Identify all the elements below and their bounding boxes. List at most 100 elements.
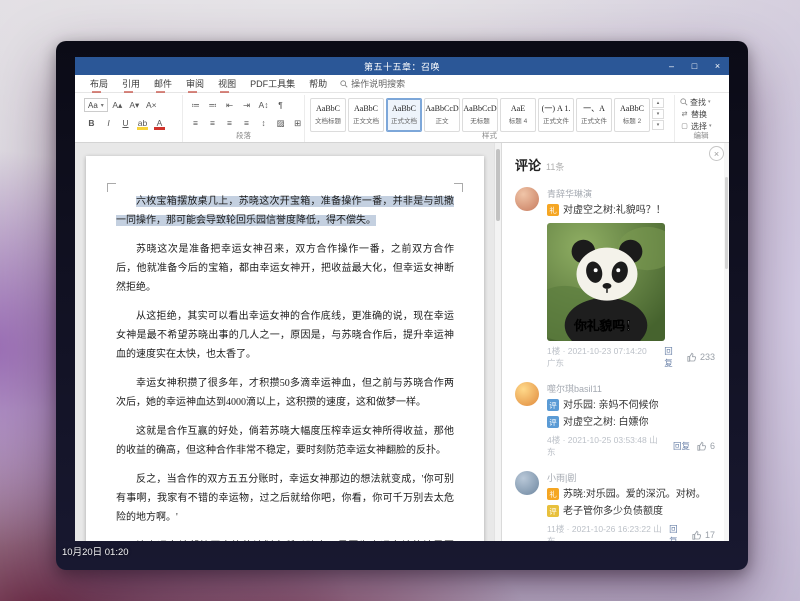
like-button[interactable]: 233 xyxy=(687,352,715,362)
screen-bezel: 第五十五章：召唤 – □ × 布局 引用 邮件 审阅 视图 PDF工具集 帮助 xyxy=(56,41,748,570)
minimize-button[interactable]: – xyxy=(660,57,683,75)
shrink-font-button[interactable]: A▾ xyxy=(127,98,142,113)
bullets-button[interactable]: ≔ xyxy=(188,98,203,113)
maximize-button[interactable]: □ xyxy=(683,57,706,75)
paragraph-group: ≔ ≕ ⇤ ⇥ A↕ ¶ ≡ ≡ ≡ ≡ ↕ ▨ ⊞ xyxy=(183,95,305,142)
shading-button[interactable]: ▨ xyxy=(273,116,288,131)
doc-paragraph[interactable]: 幸运女神积攒了很多年，才积攒50多滴幸运神血，但之前与苏晓合作两次后，她的幸运神… xyxy=(116,374,454,412)
paragraph-group-label: 段落 xyxy=(183,130,304,141)
style-item[interactable]: AaE 标题 4 xyxy=(500,98,536,132)
comment-username[interactable]: 小雨|剧 xyxy=(547,471,715,484)
style-item[interactable]: AaBbC 标题 2 xyxy=(614,98,650,132)
tab-mailings[interactable]: 邮件 xyxy=(147,75,179,93)
styles-scroll-up-button[interactable]: ▴ xyxy=(652,98,664,108)
word-window: 第五十五章：召唤 – □ × 布局 引用 邮件 审阅 视图 PDF工具集 帮助 xyxy=(75,57,729,541)
editing-group: 查找 ▾ ⇄ 替换 ▢ 选择 ▾ 编辑 xyxy=(675,95,727,142)
panda-image[interactable]: 你礼貌吗！ xyxy=(547,223,665,341)
edit-group-label: 编辑 xyxy=(675,130,727,141)
line-spacing-button[interactable]: ↕ xyxy=(256,116,271,131)
doc-paragraph[interactable]: 苏晓这次是准备把幸运女神召来，双方合作操作一番，之前双方合作后，他就准备今后的宝… xyxy=(116,240,454,297)
doc-paragraph[interactable]: 这就是合作互赢的好处，倘若苏晓大幅度压榨幸运女神所得收益，那他的收益的确高，但这… xyxy=(116,422,454,460)
thumbs-up-icon xyxy=(697,441,707,451)
doc-paragraph[interactable]: 六枚宝箱摆放桌几上，苏晓这次开宝箱，准备操作一番，并非是与凯撒一同操作，那可能会… xyxy=(116,192,454,230)
comment-meta: 11楼 · 2021-10-26 16:23:22 山东 xyxy=(547,523,662,541)
chevron-down-icon: ▾ xyxy=(709,123,712,129)
document-page[interactable]: 六枚宝箱摆放桌几上，苏晓这次开宝箱，准备操作一番，并非是与凯撒一同操作，那可能会… xyxy=(86,156,484,541)
comment-item: 青辞华琳演 礼 对虚空之树:礼貌吗？！ xyxy=(515,187,715,369)
justify-button[interactable]: ≡ xyxy=(239,116,254,131)
grow-font-button[interactable]: A▴ xyxy=(110,98,125,113)
font-name-label: Aa xyxy=(88,101,98,110)
comment-text: 老子管你多少负债额度 xyxy=(563,504,663,519)
font-color-button[interactable]: A xyxy=(152,116,167,131)
doc-paragraph[interactable]: 反之，当合作的双方五五分账时，幸运女神那边的想法就变成，'你可别有事啊，我家有不… xyxy=(116,470,454,527)
tab-help[interactable]: 帮助 xyxy=(302,75,334,93)
styles-more-button[interactable]: ▾ xyxy=(652,120,664,130)
numbering-button[interactable]: ≕ xyxy=(205,98,220,113)
comment-meta: 4楼 · 2021-10-25 03:53:48 山东 xyxy=(547,434,666,458)
chapter-chat-icon: 评 xyxy=(547,399,559,411)
comments-scrollbar[interactable] xyxy=(724,143,729,541)
tab-layout[interactable]: 布局 xyxy=(83,75,115,93)
margin-mark xyxy=(454,183,463,192)
doc-paragraph[interactable]: 让幸运女神帮忙开宝箱的计划之所以破产，是因为幸运女神的神灵因素。 xyxy=(116,537,454,541)
like-button[interactable]: 17 xyxy=(692,530,715,540)
comment-meta: 1楼 · 2021-10-23 07:14:20 广东 xyxy=(547,345,657,369)
styles-group: AaBbC 文档标题 AaBbC 正文文档 AaBbC 正式文档 AaBbC xyxy=(305,95,675,142)
like-count: 233 xyxy=(700,352,715,362)
style-item[interactable]: (一) A 1. 正式文件 xyxy=(538,98,574,132)
pilcrow-button[interactable]: ¶ xyxy=(273,98,288,113)
like-count: 6 xyxy=(710,441,715,451)
doc-paragraph[interactable]: 从这拒绝，其实可以看出幸运女神的合作底线，更准确的说，现在幸运女神是最不希望苏晓… xyxy=(116,307,454,364)
borders-button[interactable]: ⊞ xyxy=(290,116,305,131)
comments-panel: × 评论 11条 青辞华琳演 礼 对虚空之树:礼貌吗？！ xyxy=(501,143,729,541)
like-button[interactable]: 6 xyxy=(697,441,715,451)
scrollbar-thumb[interactable] xyxy=(496,149,500,221)
bold-button[interactable]: B xyxy=(84,116,99,131)
outdent-button[interactable]: ⇤ xyxy=(222,98,237,113)
align-center-button[interactable]: ≡ xyxy=(205,116,220,131)
highlight-color-button[interactable]: ab xyxy=(135,116,150,131)
tell-me-search[interactable]: 操作说明搜索 xyxy=(340,77,405,90)
font-group: Aa ▾ A▴ A▾ A× B I U ab A xyxy=(79,95,183,142)
style-item[interactable]: 一、A 正式文件 xyxy=(576,98,612,132)
close-comments-button[interactable]: × xyxy=(709,146,724,161)
clear-formatting-button[interactable]: A× xyxy=(144,98,159,113)
document-scrollbar[interactable] xyxy=(494,143,501,541)
replace-button[interactable]: ⇄ 替换 xyxy=(680,108,722,120)
styles-scroll-down-button[interactable]: ▾ xyxy=(652,109,664,119)
reply-button[interactable]: 回复 xyxy=(669,523,685,541)
underline-button[interactable]: U xyxy=(118,116,133,131)
chapter-chat-icon: 评 xyxy=(547,416,559,428)
desktop-background: 第五十五章：召唤 – □ × 布局 引用 邮件 审阅 视图 PDF工具集 帮助 xyxy=(0,0,800,601)
indent-button[interactable]: ⇥ xyxy=(239,98,254,113)
gift-tag-icon: 礼 xyxy=(547,488,559,500)
search-label: 操作说明搜索 xyxy=(351,77,405,90)
tab-pdf-tools[interactable]: PDF工具集 xyxy=(243,75,302,93)
avatar[interactable] xyxy=(515,471,539,495)
comment-username[interactable]: 青辞华琳演 xyxy=(547,187,715,200)
tab-references[interactable]: 引用 xyxy=(115,75,147,93)
tab-view[interactable]: 视图 xyxy=(211,75,243,93)
close-button[interactable]: × xyxy=(706,57,729,75)
sort-button[interactable]: A↕ xyxy=(256,98,271,113)
comment-username[interactable]: 噬尔琪basil11 xyxy=(547,382,715,395)
thumbs-up-icon xyxy=(687,352,697,362)
avatar[interactable] xyxy=(515,187,539,211)
tab-review[interactable]: 审阅 xyxy=(179,75,211,93)
reply-button[interactable]: 回复 xyxy=(673,440,690,452)
scrollbar-thumb[interactable] xyxy=(725,177,728,269)
reply-button[interactable]: 回复 xyxy=(664,345,680,369)
style-item[interactable]: AaBbC 文档标题 xyxy=(310,98,346,132)
style-item[interactable]: AaBbC 正文文档 xyxy=(348,98,384,132)
style-item-selected[interactable]: AaBbC 正式文档 xyxy=(386,98,422,132)
style-item[interactable]: AaBbCcD 无标题 xyxy=(462,98,498,132)
style-item[interactable]: AaBbCcD 正文 xyxy=(424,98,460,132)
avatar[interactable] xyxy=(515,382,539,406)
find-button[interactable]: 查找 ▾ xyxy=(680,96,722,108)
italic-button[interactable]: I xyxy=(101,116,116,131)
chapter-chat-icon: 评 xyxy=(547,505,559,517)
font-name-select[interactable]: Aa ▾ xyxy=(84,98,108,112)
align-left-button[interactable]: ≡ xyxy=(188,116,203,131)
align-right-button[interactable]: ≡ xyxy=(222,116,237,131)
